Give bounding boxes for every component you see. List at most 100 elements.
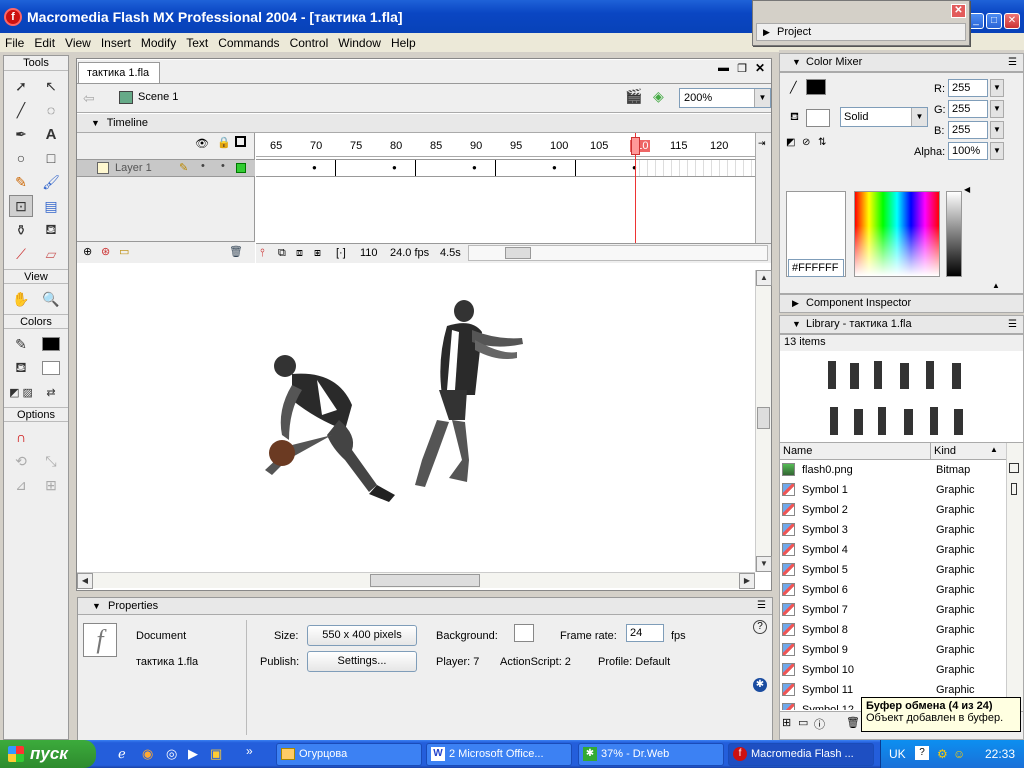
keyframe-icon[interactable]: ● <box>472 163 477 172</box>
envelope-option-icon[interactable]: ⊞ <box>39 474 63 496</box>
ie-icon[interactable]: ℯ <box>118 746 126 762</box>
task-drweb[interactable]: ✱ 37% - Dr.Web <box>578 743 724 766</box>
lock-dot-icon[interactable]: • <box>221 160 225 172</box>
edit-scene-icon[interactable]: 🎬 <box>625 88 642 105</box>
clipboard-notification[interactable]: Буфер обмена (4 из 24) Объект добавлен в… <box>861 697 1021 732</box>
project-close-icon[interactable]: ✕ <box>951 4 966 18</box>
edit-multiple-icon[interactable]: ⧆ <box>314 247 321 260</box>
fill-color-swatch[interactable] <box>39 357 63 379</box>
list-item[interactable]: Symbol 2 Graphic <box>780 500 1006 520</box>
eye-icon[interactable]: 👁 <box>195 137 209 150</box>
wide-view-icon[interactable] <box>1009 463 1019 473</box>
close-button[interactable]: ✕ <box>1004 13 1020 29</box>
stage[interactable] <box>77 270 755 572</box>
settings-button[interactable]: Settings... <box>307 651 417 672</box>
menu-commands[interactable]: Commands <box>213 36 284 50</box>
flash-app-icon[interactable]: f <box>4 7 22 26</box>
quicklaunch-more-icon[interactable]: » <box>246 744 253 758</box>
onion-outline-icon[interactable]: ⧈ <box>296 247 303 260</box>
player-version[interactable]: Player: 7 <box>436 656 479 668</box>
color-mixer-header[interactable]: ▼ Color Mixer ☰ <box>779 53 1024 72</box>
insert-layer-icon[interactable]: ⊕ <box>83 245 92 258</box>
stroke-color-swatch[interactable] <box>39 333 63 355</box>
scroll-thumb[interactable] <box>757 407 770 429</box>
chevron-down-icon[interactable]: ▼ <box>990 79 1004 97</box>
menu-control[interactable]: Control <box>285 36 334 50</box>
fill-type-select[interactable]: Solid ▼ <box>840 107 928 127</box>
menu-modify[interactable]: Modify <box>136 36 181 50</box>
alpha-input[interactable] <box>948 142 988 160</box>
playhead-handle[interactable] <box>631 137 640 155</box>
line-tool-icon[interactable]: ╱ <box>9 99 33 121</box>
lasso-tool-icon[interactable]: ◌ <box>39 99 63 121</box>
properties-header[interactable]: ▼ Properties <box>78 598 772 615</box>
sort-arrow-icon[interactable]: ▲ <box>990 445 998 454</box>
back-arrow-icon[interactable]: ⇦ <box>83 90 95 107</box>
text-tool-icon[interactable]: A <box>39 123 63 145</box>
stroke-color-swatch[interactable] <box>806 79 826 95</box>
default-colors-icon[interactable]: ◩ <box>786 137 795 148</box>
list-item[interactable]: Symbol 9 Graphic <box>780 640 1006 660</box>
slider-arrow-icon[interactable]: ◀ <box>964 185 970 194</box>
chevron-down-icon[interactable]: ▼ <box>754 89 770 107</box>
panel-options-icon[interactable]: ☰ <box>757 600 766 611</box>
chevron-down-icon[interactable]: ▼ <box>911 108 927 126</box>
calendar-icon[interactable]: ▣ <box>210 746 222 762</box>
maximize-button[interactable]: □ <box>986 13 1002 29</box>
scale-option-icon[interactable]: ⤡ <box>39 450 63 472</box>
scroll-down-icon[interactable]: ▼ <box>756 556 772 572</box>
background-color-swatch[interactable] <box>514 624 534 642</box>
panel-options-icon[interactable]: ☰ <box>1008 316 1017 333</box>
brush-tool-icon[interactable]: 🖌 <box>39 171 63 193</box>
properties-icon[interactable]: ⓘ <box>814 716 825 732</box>
blue-input[interactable] <box>948 121 988 139</box>
keyframe-icon[interactable]: ● <box>392 163 397 172</box>
snap-magnet-icon[interactable]: ∩ <box>9 426 33 448</box>
task-folder[interactable]: Огурцова <box>276 743 422 766</box>
arrow-tool-icon[interactable]: ➚ <box>9 75 33 97</box>
layer-name[interactable]: Layer 1 <box>115 162 152 174</box>
start-button[interactable]: пуск <box>0 740 96 768</box>
timeline-menu-icon[interactable]: ⇥ <box>758 138 766 149</box>
distort-option-icon[interactable]: ⊿ <box>9 474 33 496</box>
pen-tool-icon[interactable]: ✒ <box>9 123 33 145</box>
fill-color-icon[interactable]: ⛾ <box>9 357 33 379</box>
menu-file[interactable]: File <box>0 36 29 50</box>
menu-help[interactable]: Help <box>386 36 421 50</box>
stage-vscroll[interactable]: ▲ ▼ <box>755 270 772 572</box>
brightness-slider[interactable] <box>946 191 962 277</box>
trash-icon[interactable]: 🗑 <box>229 245 243 258</box>
task-office[interactable]: W 2 Microsoft Office... <box>426 743 572 766</box>
list-item[interactable]: Symbol 7 Graphic <box>780 600 1006 620</box>
visibility-dot-icon[interactable]: • <box>201 160 205 172</box>
doc-close-icon[interactable]: ✕ <box>755 61 765 75</box>
default-colors-icon[interactable]: ◩ ▨ <box>9 381 33 403</box>
actionscript-version[interactable]: ActionScript: 2 <box>500 656 571 668</box>
red-input[interactable] <box>948 79 988 97</box>
menu-edit[interactable]: Edit <box>29 36 60 50</box>
clipboard-tray-icon[interactable]: ⚙ <box>937 740 948 768</box>
layer-color-icon[interactable] <box>236 163 246 173</box>
modify-markers-icon[interactable]: [·] <box>336 247 346 259</box>
scroll-thumb[interactable] <box>505 247 531 259</box>
list-item[interactable]: Symbol 10 Graphic <box>780 660 1006 680</box>
fill-color-swatch[interactable] <box>806 109 830 127</box>
search-icon[interactable]: ◎ <box>166 746 177 762</box>
component-inspector-header[interactable]: ▶ Component Inspector <box>779 294 1024 313</box>
insert-folder-icon[interactable]: ▭ <box>119 245 129 258</box>
no-color-icon[interactable]: ⊘ <box>802 137 810 148</box>
basketball-players-image[interactable] <box>77 270 755 572</box>
doc-minimize-icon[interactable]: ▬ <box>718 62 729 74</box>
chevron-down-icon[interactable]: ▼ <box>990 121 1004 139</box>
help-icon[interactable]: ? <box>753 620 767 634</box>
eraser-tool-icon[interactable]: ▱ <box>39 243 63 265</box>
free-transform-tool-icon[interactable]: ⊡ <box>9 195 33 217</box>
rotate-option-icon[interactable]: ⟲ <box>9 450 33 472</box>
hex-input[interactable] <box>788 259 844 277</box>
list-item[interactable]: flash0.png Bitmap <box>780 460 1006 480</box>
subselect-tool-icon[interactable]: ↖ <box>39 75 63 97</box>
media-icon[interactable]: ▶ <box>188 746 198 762</box>
delete-icon[interactable]: 🗑 <box>846 716 860 729</box>
eyedropper-tool-icon[interactable]: ⟋ <box>9 243 33 265</box>
expand-arrow-icon[interactable]: ▲ <box>992 281 1000 290</box>
